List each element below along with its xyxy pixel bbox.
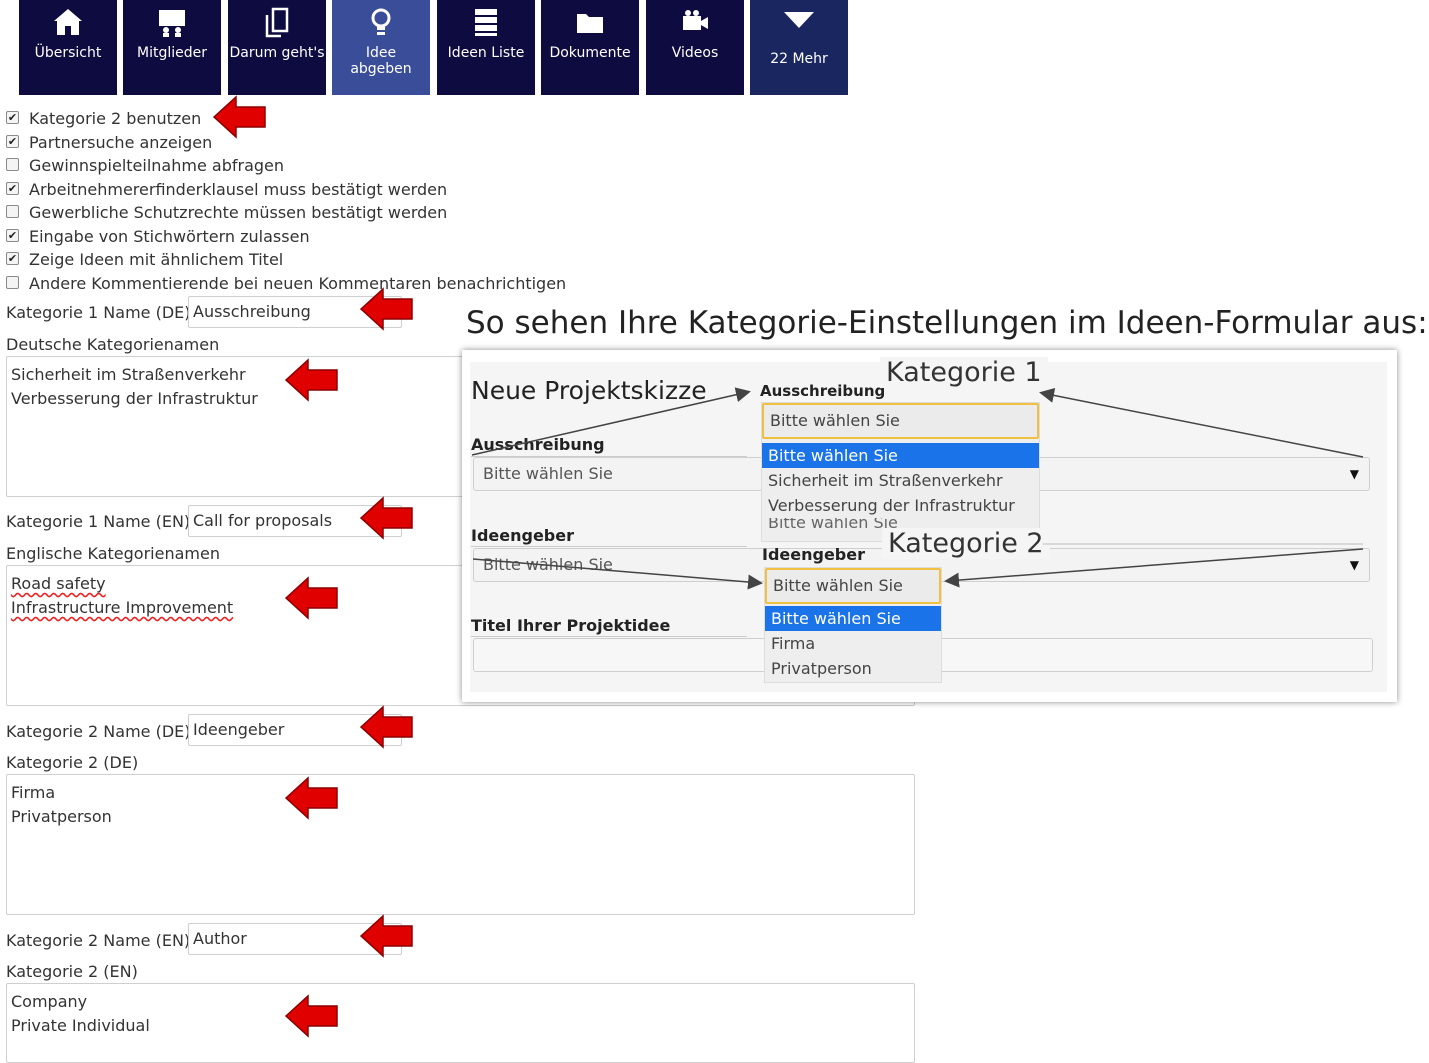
red-arrow-icon [284, 358, 338, 402]
k1-names-de-label: Deutsche Kategorienamen [6, 335, 220, 354]
checkbox-box[interactable]: ✔ [6, 135, 19, 148]
home-icon [54, 9, 82, 35]
checkbox-box[interactable] [6, 158, 19, 171]
k2-name-de-label: Kategorie 2 Name (DE) [6, 722, 191, 741]
k1-name-en-label: Kategorie 1 Name (EN) [6, 512, 191, 531]
nav-label: Dokumente [549, 45, 631, 61]
red-arrow-icon [359, 496, 413, 540]
k2-en-label: Kategorie 2 (EN) [6, 962, 138, 981]
checkbox-label: Arbeitnehmererfinderklausel muss bestäti… [29, 180, 448, 199]
nav-tile-mehr[interactable]: 22 Mehr [750, 0, 848, 95]
nav-tile-mitglieder[interactable]: Mitglieder [123, 0, 221, 95]
checkbox-label: Gewerbliche Schutzrechte müssen bestätig… [29, 203, 448, 222]
red-arrow-icon [284, 576, 338, 620]
red-arrow-icon [359, 914, 413, 958]
k1-name-de-label: Kategorie 1 Name (DE) [6, 303, 191, 322]
nav-tile-uebersicht[interactable]: Übersicht [19, 0, 117, 95]
nav-label: Videos [671, 45, 719, 61]
textarea-line: Company [11, 992, 88, 1011]
nav-tile-videos[interactable]: Videos [646, 0, 744, 95]
textarea-line: Firma [11, 783, 56, 802]
checkbox-label: Zeige Ideen mit ähnlichem Titel [29, 250, 284, 269]
chevron-down-icon [784, 12, 814, 28]
members-icon [159, 10, 185, 37]
red-arrow-icon [284, 994, 338, 1038]
red-arrow-icon [359, 705, 413, 749]
red-arrow-icon [212, 95, 266, 139]
red-arrow-icon [284, 776, 338, 820]
checkbox-label: Kategorie 2 benutzen [29, 109, 202, 128]
document-copy-icon [265, 7, 289, 38]
spellcheck-word: Road safety [11, 574, 106, 593]
checkbox-box[interactable]: ✔ [6, 252, 19, 265]
checkbox-label: Partnersuche anzeigen [29, 133, 213, 152]
red-arrow-icon [359, 287, 413, 331]
spellcheck-word: Infrastructure Improvement [11, 598, 234, 617]
nav-label: Idee abgeben [350, 45, 412, 77]
preview-form: Neue Projektskizze Ausschreibung Bitte w… [470, 357, 1387, 692]
k1-names-en-label: Englische Kategorienamen [6, 544, 220, 563]
k2-en-textarea[interactable]: Company Private Individual [6, 983, 915, 1063]
nav-tile-darum-gehts[interactable]: Darum geht's [228, 0, 326, 95]
folder-icon [577, 14, 603, 33]
checkbox-box[interactable]: ✔ [6, 111, 19, 124]
connector-arrows [471, 387, 1364, 590]
checkbox-box[interactable] [6, 276, 19, 289]
k2-name-en-label: Kategorie 2 Name (EN) [6, 931, 191, 950]
checkbox-label: Andere Kommentierende bei neuen Kommenta… [29, 274, 567, 293]
checkbox-box[interactable] [6, 205, 19, 218]
k2-de-label: Kategorie 2 (DE) [6, 753, 139, 772]
nav-tile-ideen-liste[interactable]: Ideen Liste [437, 0, 535, 95]
nav-label: Darum geht's [229, 45, 325, 61]
checkbox-label: Gewinnspielteilnahme abfragen [29, 156, 285, 175]
textarea-line: Privatperson [11, 807, 112, 826]
textarea-line: Private Individual [11, 1016, 150, 1035]
k2-de-textarea[interactable]: Firma Privatperson [6, 774, 915, 915]
checkbox-label: Eingabe von Stichwörtern zulassen [29, 227, 310, 246]
checkbox-box[interactable]: ✔ [6, 182, 19, 195]
preview-caption: So sehen Ihre Kategorie-Einstellungen im… [466, 305, 1428, 341]
checkbox-box[interactable]: ✔ [6, 229, 19, 242]
video-camera-icon [683, 10, 708, 30]
lightbulb-icon [371, 8, 391, 35]
nav-tile-dokumente[interactable]: Dokumente [541, 0, 639, 95]
nav-label: Übersicht [34, 45, 102, 61]
nav-label: Ideen Liste [447, 45, 525, 61]
nav-tile-idee-abgeben[interactable]: Idee abgeben [332, 0, 430, 95]
nav-label: 22 Mehr [770, 51, 828, 67]
nav-label: Mitglieder [137, 45, 207, 61]
preview-screenshot: Neue Projektskizze Ausschreibung Bitte w… [462, 350, 1397, 702]
list-icon [475, 9, 497, 36]
